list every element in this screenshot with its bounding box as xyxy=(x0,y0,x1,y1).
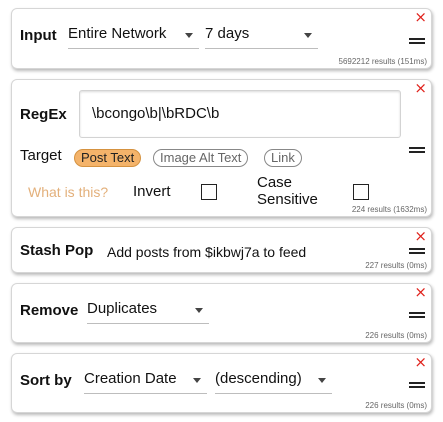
remove-card: × Remove Duplicates 226 results (0ms) xyxy=(11,283,432,343)
network-select[interactable]: Entire Network xyxy=(68,23,199,49)
close-icon[interactable]: × xyxy=(414,80,427,96)
results-count: 227 results (0ms) xyxy=(365,261,427,270)
remove-select[interactable]: Duplicates xyxy=(87,298,209,324)
close-icon[interactable]: × xyxy=(414,9,427,25)
stash-pop-text: Add posts from $ikbwj7a to feed xyxy=(107,244,307,260)
invert-checkbox[interactable] xyxy=(201,184,217,200)
close-icon[interactable]: × xyxy=(414,228,427,244)
drag-handle-icon[interactable] xyxy=(409,248,425,254)
sort-field-select[interactable]: Creation Date xyxy=(84,368,207,394)
input-label: Input xyxy=(20,27,57,44)
invert-label: Invert xyxy=(133,183,171,200)
chevron-down-icon xyxy=(318,378,326,383)
stash-pop-label: Stash Pop xyxy=(20,242,94,259)
close-icon[interactable]: × xyxy=(414,284,427,300)
drag-handle-icon[interactable] xyxy=(409,382,425,388)
drag-handle-icon[interactable] xyxy=(409,38,425,44)
target-post-text[interactable]: Post Text xyxy=(74,149,142,167)
drag-handle-icon[interactable] xyxy=(409,147,425,153)
case-label-line1: Case xyxy=(257,174,293,191)
period-value: 7 days xyxy=(205,25,250,42)
regex-label: RegEx xyxy=(20,106,67,123)
chevron-down-icon xyxy=(304,33,312,38)
case-sensitive-checkbox[interactable] xyxy=(353,184,369,200)
case-label-line2: Sensitive xyxy=(257,191,318,208)
remove-label: Remove xyxy=(20,302,79,319)
results-count: 226 results (0ms) xyxy=(365,401,427,410)
network-value: Entire Network xyxy=(68,25,167,42)
close-icon[interactable]: × xyxy=(414,354,427,370)
period-select[interactable]: 7 days xyxy=(205,23,318,49)
regex-value: \bcongo\b|\bRDC\b xyxy=(92,105,220,122)
input-card: × Input Entire Network 7 days 5692212 re… xyxy=(11,8,432,69)
sort-label: Sort by xyxy=(20,372,72,389)
drag-handle-icon[interactable] xyxy=(409,312,425,318)
target-link[interactable]: Link xyxy=(264,149,302,167)
regex-card: × RegEx \bcongo\b|\bRDC\b Target Post Te… xyxy=(11,79,432,217)
target-label: Target xyxy=(20,147,62,164)
help-link[interactable]: What is this? xyxy=(28,184,108,200)
sort-field-value: Creation Date xyxy=(84,370,177,387)
sort-order-value: (descending) xyxy=(215,370,302,387)
results-count: 224 results (1632ms) xyxy=(351,205,427,214)
sort-order-select[interactable]: (descending) xyxy=(215,368,332,394)
results-count: 226 results (0ms) xyxy=(365,331,427,340)
chevron-down-icon xyxy=(195,308,203,313)
stash-pop-card: × Stash Pop Add posts from $ikbwj7a to f… xyxy=(11,227,432,273)
target-image-alt-text[interactable]: Image Alt Text xyxy=(153,149,249,167)
sort-card: × Sort by Creation Date (descending) 226… xyxy=(11,353,432,413)
chevron-down-icon xyxy=(193,378,201,383)
results-count: 5692212 results (151ms) xyxy=(338,57,428,66)
regex-input[interactable]: \bcongo\b|\bRDC\b xyxy=(79,90,401,138)
chevron-down-icon xyxy=(185,33,193,38)
remove-value: Duplicates xyxy=(87,300,158,317)
